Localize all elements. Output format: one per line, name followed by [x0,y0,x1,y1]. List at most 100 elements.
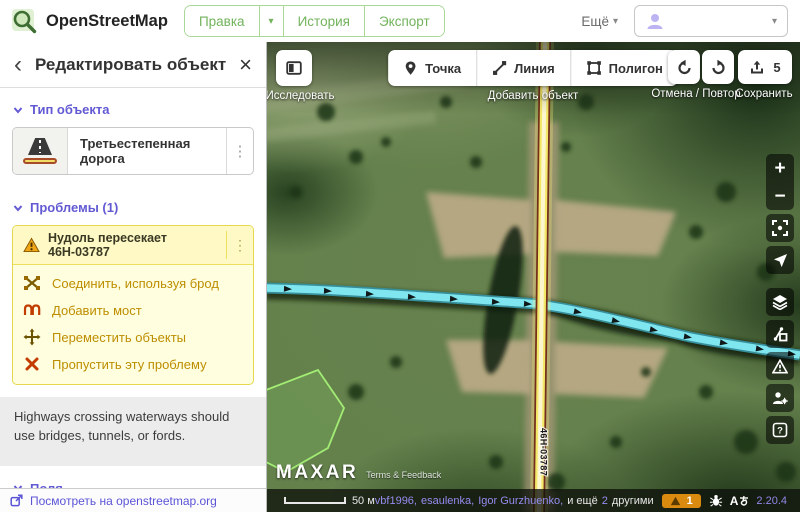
redo-button[interactable] [702,50,734,84]
translate-icon[interactable]: A [730,494,750,508]
warning-icon [670,496,681,506]
section-issues[interactable]: Проблемы (1) [0,185,266,222]
geolocate-button[interactable] [766,246,794,274]
user-menu-button[interactable]: ▾ [634,5,788,37]
imagery-attribution: MAXAR Terms & Feedback [276,462,441,484]
help-button[interactable]: ? [766,416,794,444]
action-connect-ford[interactable]: Соединить, используя брод [23,274,243,292]
help-icon: ? [772,422,788,438]
bridge-icon [23,301,41,319]
location-arrow-icon [773,253,788,268]
map-controls: + − [766,154,794,444]
contributor-link[interactable]: vbf1996, [375,495,417,507]
zoom-in-button[interactable]: + [766,154,794,182]
edit-sidebar: ‹ Редактировать объект × Тип объекта Тре… [0,42,267,512]
chevron-down-icon: ▾ [269,16,274,27]
map-data-icon [772,326,788,342]
chevron-down-icon [13,203,23,213]
view-on-osm-link[interactable]: Посмотреть на openstreetmap.org [0,488,266,512]
add-polygon-button[interactable]: Полигон [571,50,678,86]
redo-icon [710,59,727,76]
connect-ways-icon [23,274,41,292]
issue-card: Нудоль пересекает 46Н-03787 ⋮ Соединить,… [12,225,254,385]
preset-name: Третьестепенная дорога [68,128,226,174]
version-link[interactable]: 2.20.4 [756,495,787,507]
tertiary-road-icon [13,128,68,174]
chevron-down-icon: ▾ [772,16,777,27]
sidebar-toggle-icon [285,60,303,76]
svg-text:?: ? [777,426,783,437]
add-object-group: Точка Линия Полигон [388,50,678,86]
map-status-bar: 50 м vbf1996, esaulenka, Igor Gurzhuenko… [266,489,800,512]
background-settings-button[interactable] [766,288,794,316]
frame-target-icon [772,220,788,236]
move-icon [23,328,41,346]
wood-polygon[interactable] [266,370,344,472]
issue-title: Нудоль пересекает 46Н-03787 [48,231,218,259]
contributor-link[interactable]: Igor Gurzhuenko, [478,495,563,507]
osm-id-editor: OpenStreetMap Правка ▾ История Экспорт Е… [0,0,800,512]
polygon-icon [586,60,602,76]
map-data-button[interactable] [766,320,794,348]
issue-actions: Соединить, используя брод Добавить мост [13,265,253,384]
contributors-attribution: vbf1996, esaulenka, Igor Gurzhuenko, и е… [375,495,654,507]
close-icon[interactable]: × [239,54,252,76]
road-ref-label: 46Н-03787 [539,428,549,476]
preferences-button[interactable] [766,384,794,412]
back-icon[interactable]: ‹ [14,53,22,77]
undo-button[interactable] [668,50,700,84]
sidebar-header: ‹ Редактировать объект × [0,42,266,88]
scale-label: 50 м [352,495,375,507]
add-line-button[interactable]: Линия [477,50,571,86]
header-right: Ещё▾ ▾ [581,5,800,37]
preset-card-tertiary-road[interactable]: Третьестепенная дорога ⋮ [12,127,254,175]
zoom-to-selection-button[interactable] [766,214,794,242]
zoom-out-button[interactable]: − [766,182,794,210]
warning-icon [23,237,40,253]
action-add-bridge[interactable]: Добавить мост [23,301,243,319]
point-icon [403,60,418,76]
issue-header[interactable]: Нудоль пересекает 46Н-03787 ⋮ [13,226,253,265]
section-fields[interactable]: Поля [0,466,266,489]
chevron-down-icon: ▾ [613,16,618,27]
osm-brand[interactable]: OpenStreetMap [0,7,168,35]
maxar-logo[interactable]: MAXAR [276,462,358,484]
osm-logo-icon [10,7,38,35]
issues-button[interactable] [766,352,794,380]
action-move-objects[interactable]: Переместить объекты [23,328,243,346]
scale-bar [284,497,346,504]
kana-glyph [739,495,749,506]
more-menu[interactable]: Ещё▾ [581,14,618,29]
brand-title: OpenStreetMap [46,12,168,31]
add-point-button[interactable]: Точка [388,50,477,86]
preset-options-icon[interactable]: ⋮ [226,128,253,174]
skip-x-icon [23,355,41,373]
warning-icon [772,359,788,374]
header-nav-group: Правка ▾ История Экспорт [184,5,445,37]
external-link-icon [10,494,23,507]
save-button[interactable]: 5 [738,50,792,84]
sidebar-body: Тип объекта Третьестепенная дорога ⋮ Про… [0,87,266,489]
layers-icon [772,294,788,310]
line-icon [492,60,507,76]
issue-options-icon[interactable]: ⋮ [226,231,253,259]
top-header: OpenStreetMap Правка ▾ История Экспорт Е… [0,0,800,42]
action-ignore-issue[interactable]: Пропустить эту проблему [23,355,243,373]
imagery-terms-link[interactable]: Terms & Feedback [366,470,441,480]
bug-report-icon[interactable] [709,494,723,507]
more-contributors-link[interactable]: 2 [602,495,608,507]
contributor-link[interactable]: esaulenka, [421,495,474,507]
save-count: 5 [773,60,780,75]
section-feature-type[interactable]: Тип объекта [0,87,266,124]
browse-mode-button[interactable] [276,50,312,86]
history-tab[interactable]: История [284,6,365,36]
issue-description: Highways crossing waterways should use b… [0,397,266,466]
undo-icon [676,59,693,76]
map-canvas[interactable]: 46Н-03787 Исследовать Точка [266,42,800,512]
user-settings-icon [772,390,788,406]
edit-dropdown-caret[interactable]: ▾ [260,6,284,36]
export-tab[interactable]: Экспорт [365,6,444,36]
issues-count-badge[interactable]: 1 [662,494,701,508]
edit-tab[interactable]: Правка [185,6,260,36]
sidebar-title: Редактировать объект [30,55,231,75]
